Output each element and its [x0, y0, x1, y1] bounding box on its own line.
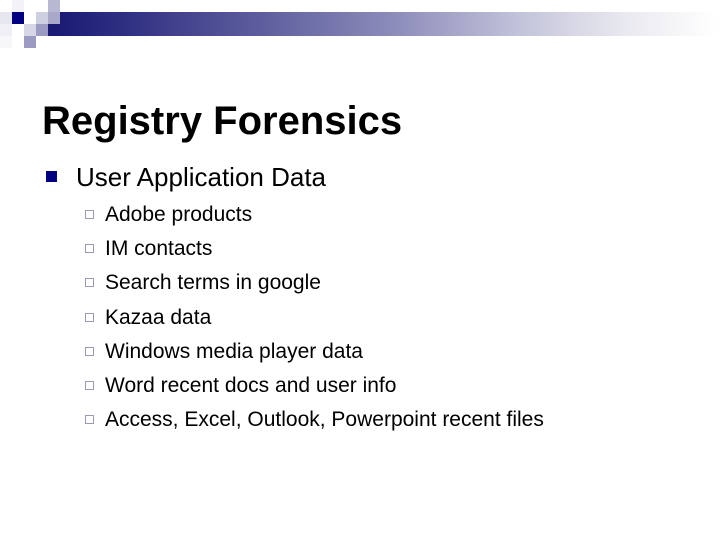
hollow-square-bullet-icon — [85, 312, 94, 322]
decor-square — [24, 0, 36, 12]
hollow-square-bullet-icon — [85, 210, 94, 219]
bullet-level2-label: Kazaa data — [105, 305, 212, 329]
decor-square — [12, 36, 24, 48]
decor-square — [12, 12, 24, 24]
header-gradient-bar — [0, 12, 720, 36]
decor-square — [0, 36, 12, 48]
slide-body: User Application Data Adobe products IM c… — [42, 160, 692, 437]
decor-square — [36, 0, 48, 12]
decor-square — [48, 12, 60, 24]
page-title: Registry Forensics — [42, 98, 403, 143]
hollow-square-bullet-icon — [85, 346, 94, 356]
decor-square — [36, 36, 48, 48]
decor-square — [48, 0, 60, 12]
bullet-level2-item: Windows media player data — [42, 335, 692, 369]
decor-square — [36, 12, 48, 24]
bullet-level2-label: Word recent docs and user info — [105, 374, 397, 398]
bullet-level2-list: Adobe products IM contacts Search terms in… — [42, 198, 692, 437]
bullet-level2-item: Access, Excel, Outlook, Powerpoint recen… — [42, 403, 692, 437]
decor-square — [12, 0, 24, 12]
decor-square — [24, 12, 36, 24]
hollow-square-bullet-icon — [85, 278, 94, 288]
square-bullet-icon — [46, 171, 57, 182]
hollow-square-bullet-icon — [85, 244, 94, 254]
bullet-level2-item: Word recent docs and user info — [42, 369, 692, 403]
bullet-level2-item: Search terms in google — [42, 266, 692, 300]
bullet-level2-item: Adobe products — [42, 198, 692, 232]
bullet-level2-label: Access, Excel, Outlook, Powerpoint recen… — [105, 408, 544, 432]
decor-square — [0, 0, 12, 12]
bullet-level1-label: User Application Data — [76, 162, 327, 192]
decor-square — [24, 36, 36, 48]
bullet-level2-label: Windows media player data — [105, 339, 363, 363]
bullet-level2-label: Adobe products — [105, 203, 253, 226]
hollow-square-bullet-icon — [85, 415, 94, 425]
bullet-level2-label: Search terms in google — [105, 271, 321, 295]
decor-square — [24, 24, 36, 36]
decor-square — [0, 24, 12, 36]
decor-square — [36, 24, 48, 36]
bullet-level1-item: User Application Data — [42, 160, 692, 194]
bullet-level2-item: IM contacts — [42, 232, 692, 266]
bullet-level2-item: Kazaa data — [42, 301, 692, 335]
decor-square — [60, 0, 72, 12]
decor-square — [0, 12, 12, 24]
hollow-square-bullet-icon — [85, 381, 94, 391]
decor-square — [12, 24, 24, 36]
slide-header-decoration — [0, 0, 720, 50]
bullet-level2-label: IM contacts — [105, 237, 213, 261]
